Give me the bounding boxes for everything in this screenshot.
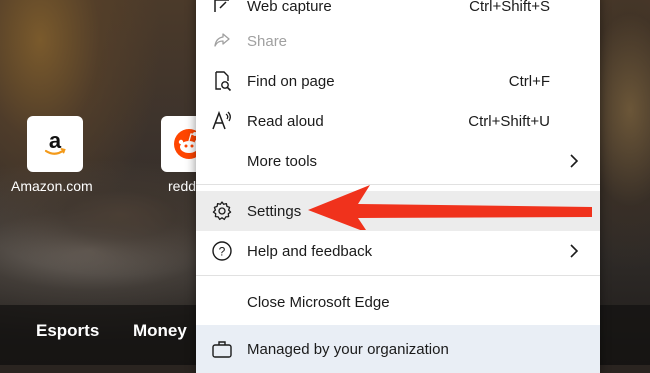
quick-link-amazon-label[interactable]: Amazon.com xyxy=(11,178,93,194)
briefcase-icon xyxy=(211,338,233,360)
menu-item-label: Managed by your organization xyxy=(247,340,449,358)
menu-item-find-on-page[interactable]: Find on page Ctrl+F xyxy=(196,61,600,101)
menu-item-shortcut: Ctrl+Shift+U xyxy=(468,112,550,130)
svg-text:?: ? xyxy=(219,245,226,259)
chevron-right-icon xyxy=(570,244,579,258)
nav-esports[interactable]: Esports xyxy=(36,321,99,341)
share-icon xyxy=(211,30,233,52)
menu-item-managed-by-organization[interactable]: Managed by your organization xyxy=(196,325,600,373)
chevron-right-icon xyxy=(570,154,579,168)
menu-item-share[interactable]: Share xyxy=(196,21,600,61)
menu-item-more-tools[interactable]: More tools xyxy=(196,141,600,181)
menu-item-label: Web capture xyxy=(247,0,332,15)
menu-item-label: Settings xyxy=(247,202,302,220)
menu-item-label: Close Microsoft Edge xyxy=(247,293,390,311)
help-icon: ? xyxy=(211,240,233,262)
menu-item-label: More tools xyxy=(247,152,318,170)
svg-text:a: a xyxy=(49,129,62,153)
menu-item-label: Find on page xyxy=(247,72,335,90)
menu-item-label: Help and feedback xyxy=(247,242,373,260)
read-aloud-icon xyxy=(211,110,233,132)
menu-item-shortcut: Ctrl+F xyxy=(508,72,550,90)
amazon-logo-icon: a xyxy=(44,129,66,155)
menu-item-label: Share xyxy=(247,32,288,50)
quick-link-amazon[interactable]: a xyxy=(27,116,83,172)
annotation-arrow xyxy=(308,185,592,230)
menu-item-close-microsoft-edge[interactable]: Close Microsoft Edge xyxy=(196,282,600,322)
menu-item-help-and-feedback[interactable]: ? Help and feedback xyxy=(196,231,600,271)
menu-item-shortcut: Ctrl+Shift+S xyxy=(469,0,550,15)
menu-divider xyxy=(196,275,600,276)
find-on-page-icon xyxy=(211,70,233,92)
menu-item-read-aloud[interactable]: Read aloud Ctrl+Shift+U xyxy=(196,101,600,141)
web-capture-icon xyxy=(211,0,233,17)
gear-icon xyxy=(211,200,233,222)
nav-money[interactable]: Money xyxy=(133,321,187,341)
menu-item-label: Read aloud xyxy=(247,112,324,130)
quick-link-reddit-label[interactable]: redd xyxy=(168,178,196,194)
